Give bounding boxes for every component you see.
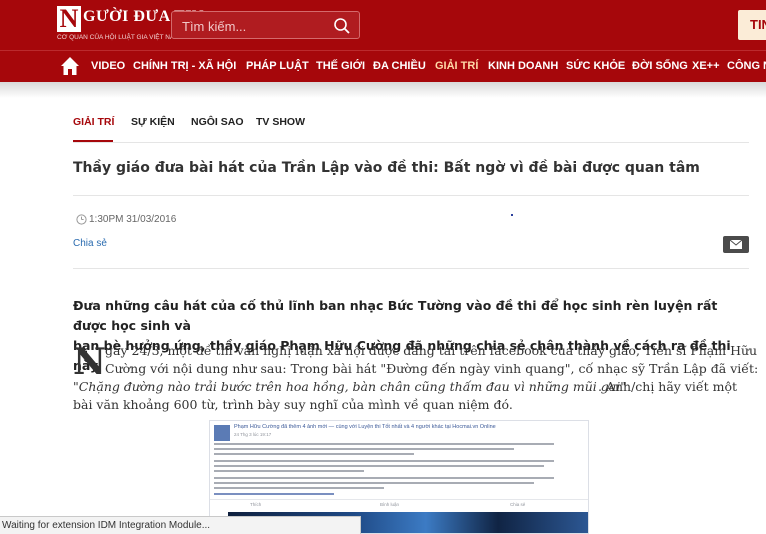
subnav-ngoi-sao[interactable]: NGÔI SAO: [191, 116, 244, 128]
logo-letter: N: [57, 6, 81, 32]
search-box: [171, 11, 360, 39]
site-logo[interactable]: N GƯỜI ĐƯA TIN CƠ QUAN CỦA HỘI LUẬT GIA …: [57, 6, 203, 44]
clock-icon: [76, 214, 87, 225]
body-line: bài văn khoảng 600 từ, trình bày suy ngh…: [73, 397, 513, 412]
nav-item-giai-tri[interactable]: GIẢI TRÍ: [435, 60, 478, 72]
envelope-icon: [729, 239, 743, 249]
nav-item-kinh-doanh[interactable]: KINH DOANH: [488, 60, 558, 72]
post-text-line: [214, 493, 334, 495]
post-text-line: [214, 453, 414, 455]
post-date: 24 Thg 3 lúc 19:17: [234, 432, 272, 437]
nav-item-da-chieu[interactable]: ĐA CHIỀU: [373, 60, 426, 72]
body-line: Cường với nội dung như sau: Trong bài há…: [105, 361, 759, 376]
decorative-dot: [511, 214, 513, 216]
share-button: Chia sẻ: [510, 502, 526, 507]
nav-item-the-gioi[interactable]: THẾ GIỚI: [316, 60, 365, 72]
divider: [73, 195, 749, 196]
nav-item-suc-khoe[interactable]: SỨC KHỎE: [566, 60, 625, 72]
subnav-giai-tri[interactable]: GIẢI TRÍ: [73, 116, 114, 128]
publish-time: 1:30PM 31/03/2016: [89, 214, 177, 225]
post-text-line: [214, 460, 554, 462]
nav-shadow: [0, 82, 766, 98]
main-nav: VIDEO CHÍNH TRỊ - XÃ HỘI PHÁP LUẬT THẾ G…: [0, 50, 766, 82]
home-icon[interactable]: [60, 56, 80, 76]
post-text-line: [214, 487, 384, 489]
post-actions: Thích Bình luận Chia sẻ: [210, 499, 588, 509]
like-button: Thích: [250, 502, 262, 507]
post-text-line: [214, 465, 544, 467]
email-button[interactable]: [723, 236, 749, 253]
share-link[interactable]: Chia sẻ: [73, 238, 107, 249]
nav-item-xe[interactable]: XE++: [692, 60, 720, 72]
search-icon[interactable]: [333, 17, 351, 35]
nav-item-doi-song[interactable]: ĐỜI SỐNG: [632, 60, 688, 72]
subnav-tv-show[interactable]: TV SHOW: [256, 116, 305, 128]
body-quote: "Chặng đường nào trải bước trên hoa hồng…: [73, 379, 626, 394]
article-title: Thầy giáo đưa bài hát của Trần Lập vào đ…: [73, 160, 700, 176]
login-button[interactable]: TIN: [738, 10, 766, 40]
body-line: gày 24/3, một đề thi văn nghị luận xã hộ…: [105, 343, 758, 358]
drop-cap: N: [73, 341, 106, 383]
post-author-line: Phạm Hữu Cường đã thêm 4 ảnh mới — cùng …: [234, 424, 496, 430]
logo-subtitle: CƠ QUAN CỦA HỘI LUẬT GIA VIỆT NAM: [57, 34, 180, 41]
comment-button: Bình luận: [380, 502, 400, 507]
search-input[interactable]: [182, 18, 322, 34]
post-text-line: [214, 482, 534, 484]
site-header: N GƯỜI ĐƯA TIN CƠ QUAN CỦA HỘI LUẬT GIA …: [0, 0, 766, 50]
nav-item-video[interactable]: VIDEO: [91, 60, 125, 72]
subnav-su-kien[interactable]: SỰ KIỆN: [131, 116, 175, 128]
avatar: [214, 425, 230, 441]
nav-item-chinh-tri-xa-hoi[interactable]: CHÍNH TRỊ - XÃ HỘI: [133, 60, 236, 72]
body-line: . Anh/chị hãy viết một: [598, 379, 737, 394]
divider: [73, 142, 749, 143]
browser-status-bar: Waiting for extension IDM Integration Mo…: [0, 516, 361, 534]
lead-line: Đưa những câu hát của cố thủ lĩnh ban nh…: [73, 298, 718, 333]
post-text-line: [214, 443, 554, 445]
nav-item-phap-luat[interactable]: PHÁP LUẬT: [246, 60, 309, 72]
post-text-line: [214, 470, 364, 472]
post-text-line: [214, 477, 554, 479]
nav-item-cong-nghe[interactable]: CÔNG NG: [727, 60, 766, 72]
post-text-line: [214, 448, 514, 450]
divider: [73, 268, 749, 269]
